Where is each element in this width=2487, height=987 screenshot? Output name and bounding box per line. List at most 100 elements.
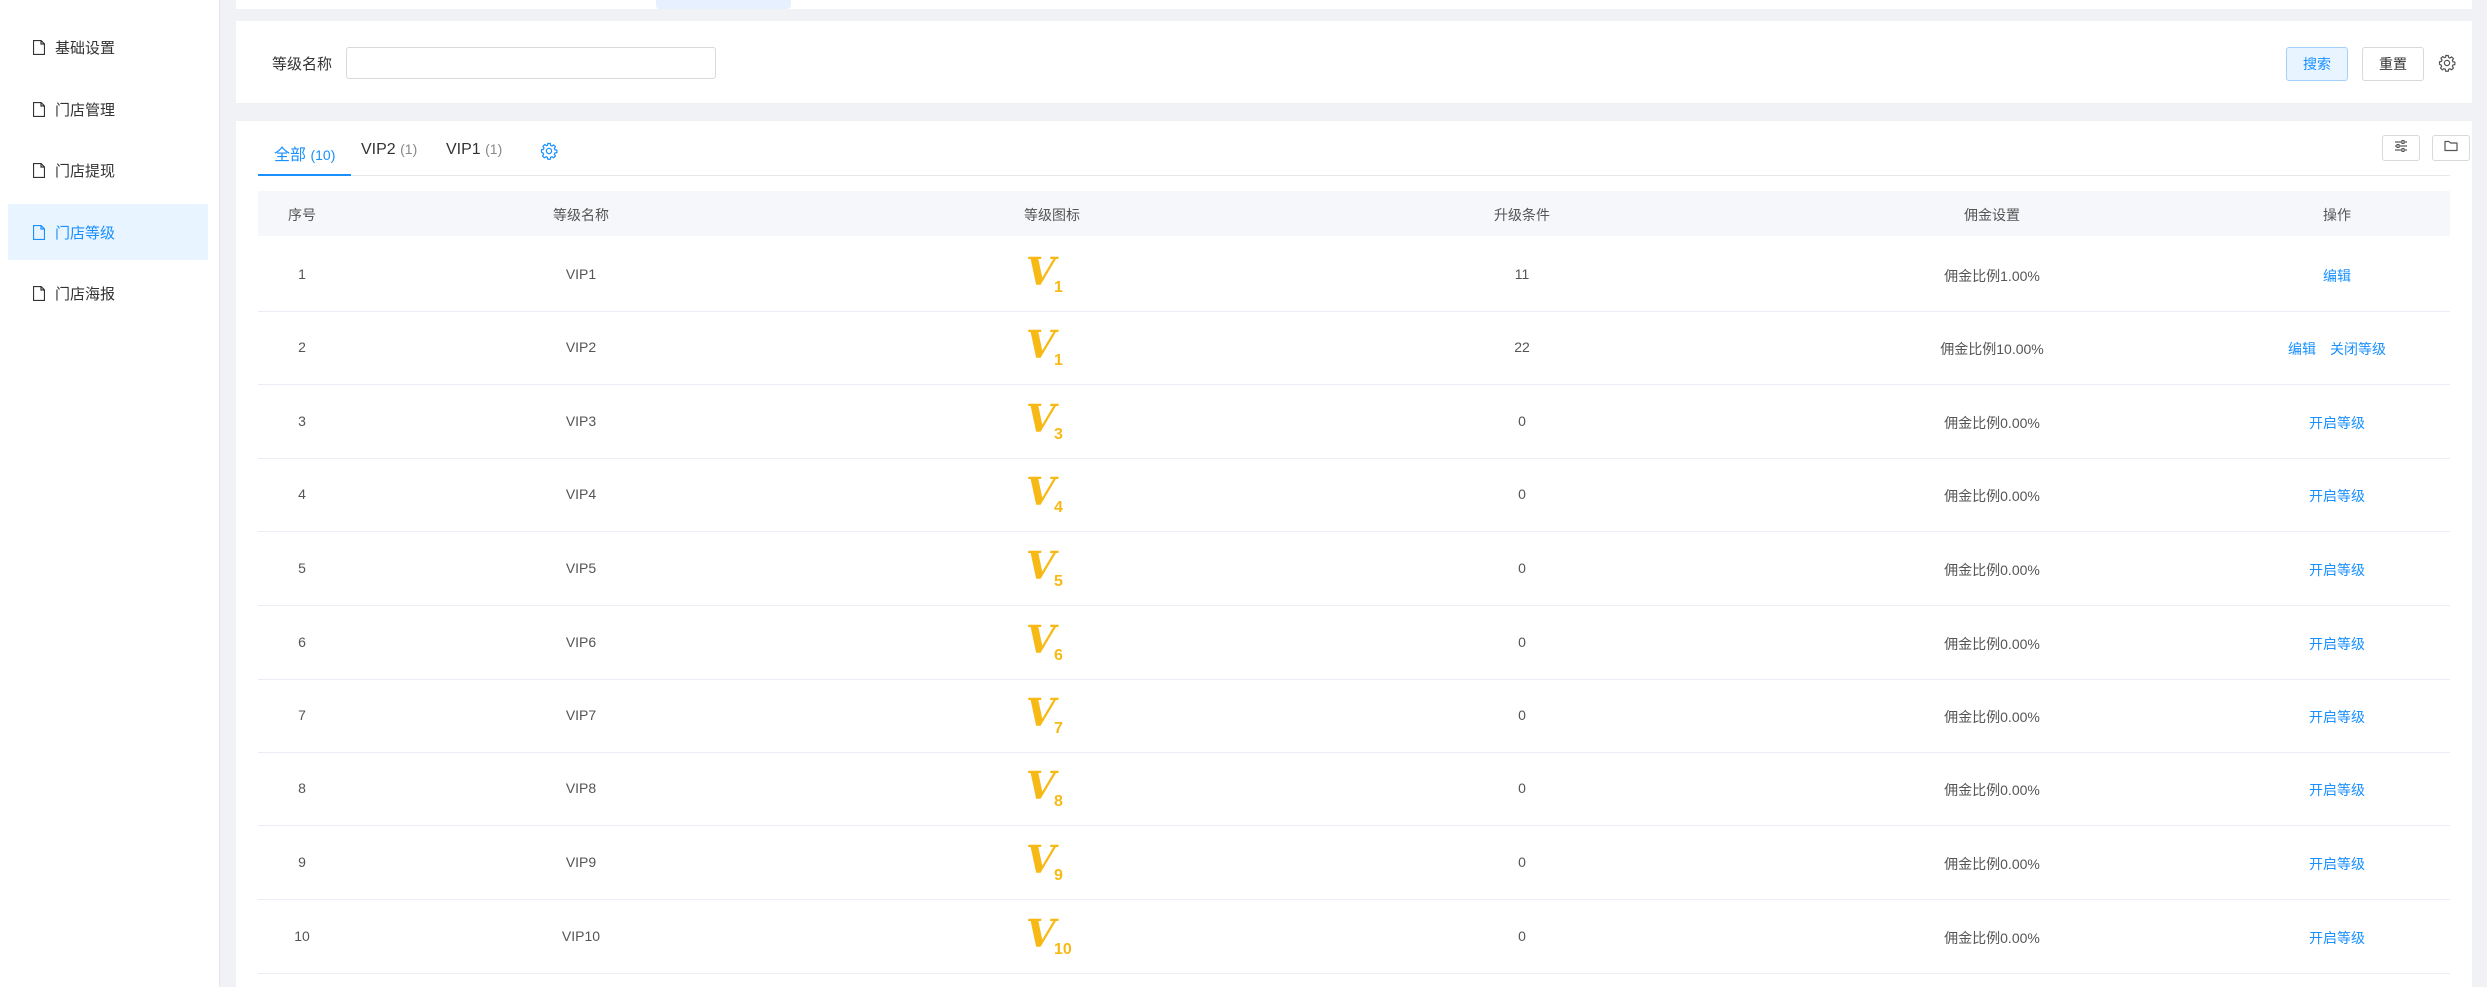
row-actions: 编辑 关闭等级 [2288,339,2386,359]
document-icon [32,285,46,301]
table-row: 2 VIP2 V 1 22 佣金比例10.00% 编辑 关闭等级 [258,310,2450,385]
vip-badge-icon: V5 [1022,545,1082,591]
enable-level-link[interactable]: 开启等级 [2309,488,2365,504]
level-name: VIP1 [565,266,597,282]
enable-level-link[interactable]: 开启等级 [2309,415,2365,431]
column-header: 操作 [2323,207,2351,223]
level-tabs: 全部 (10) VIP2 (1) VIP1 (1) [258,121,2470,176]
search-panel: 等级名称 搜索 重置 [236,21,2472,103]
commission-setting: 佣金比例0.00% [1944,930,2040,946]
row-index: 10 [294,928,310,944]
upgrade-condition: 22 [1514,339,1530,355]
vip-badge-icon: V4 [1022,471,1082,517]
document-icon [32,101,46,117]
level-name: VIP8 [565,780,597,796]
vip-badge-icon: V9 [1022,839,1082,885]
commission-setting: 佣金比例0.00% [1944,709,2040,725]
commission-setting: 佣金比例10.00% [1940,341,2044,357]
table-row: 8 VIP8 V 8 0 佣金比例0.00% 开启等级 [258,751,2450,826]
table-row: 5 VIP5 V 5 0 佣金比例0.00% 开启等级 [258,531,2450,606]
table-row: 3 VIP3 V 3 0 佣金比例0.00% 开启等级 [258,384,2450,459]
sidebar-item-label: 门店管理 [55,101,116,119]
level-name-input[interactable] [346,47,716,79]
disable-level-link[interactable]: 关闭等级 [2330,341,2386,357]
enable-level-link[interactable]: 开启等级 [2309,856,2365,872]
sidebar-item-store-withdrawal[interactable]: 门店提现 [8,142,208,198]
vip-badge-number: 4 [1054,499,1063,516]
search-button[interactable]: 搜索 [2286,47,2348,81]
upgrade-condition: 0 [1518,928,1526,944]
enable-level-link[interactable]: 开启等级 [2309,562,2365,578]
upgrade-condition: 0 [1518,634,1526,650]
folder-icon [2444,139,2458,157]
commission-setting: 佣金比例0.00% [1944,782,2040,798]
level-name-label: 等级名称 [272,56,333,73]
row-actions: 开启等级 [2309,854,2365,874]
export-button[interactable] [2432,135,2470,161]
sidebar-item-store-management[interactable]: 门店管理 [8,81,208,137]
table-row: 1 VIP1 V 1 11 佣金比例1.00% 编辑 [258,237,2450,312]
column-header: 佣金设置 [1964,207,2020,223]
commission-setting: 佣金比例0.00% [1944,562,2040,578]
active-tab-fragment[interactable] [656,0,791,9]
level-name: VIP9 [565,854,597,870]
level-name: VIP4 [565,486,597,502]
tab-count: (1) [400,141,418,157]
tab-count: (10) [310,147,336,163]
row-actions: 开启等级 [2309,560,2365,580]
upgrade-condition: 11 [1514,266,1530,282]
sidebar-item-basic-settings[interactable]: 基础设置 [8,19,208,75]
gear-icon[interactable] [2438,54,2456,72]
tab-all[interactable]: 全部 (10) [258,141,352,176]
level-name: VIP6 [565,634,597,650]
enable-level-link[interactable]: 开启等级 [2309,782,2365,798]
top-tabbar-fragment [236,0,2472,9]
sidebar-item-store-level[interactable]: 门店等级 [8,204,208,260]
sidebar-item-label: 门店提现 [55,162,116,180]
level-name: VIP5 [565,560,597,576]
reset-button[interactable]: 重置 [2362,47,2424,81]
column-header: 序号 [288,207,316,223]
sidebar-item-store-poster[interactable]: 门店海报 [8,265,208,321]
row-actions: 开启等级 [2309,413,2365,433]
edit-link[interactable]: 编辑 [2288,341,2316,357]
tab-vip2[interactable]: VIP2 (1) [361,141,417,174]
enable-level-link[interactable]: 开启等级 [2309,709,2365,725]
row-index: 6 [298,634,306,650]
table-row: 6 VIP6 V 6 0 佣金比例0.00% 开启等级 [258,605,2450,680]
filter-button[interactable] [2382,135,2420,161]
vip-badge-icon: V 10 [1022,913,1082,959]
tab-settings-gear-icon[interactable] [540,142,558,160]
commission-setting: 佣金比例0.00% [1944,856,2040,872]
row-actions: 开启等级 [2309,780,2365,800]
tab-label: VIP2 [361,141,396,158]
table-header: 序号 等级名称 等级图标 升级条件 佣金设置 操作 [258,191,2450,236]
vip-badge-icon: V3 [1022,398,1082,444]
column-header: 等级图标 [1024,207,1080,223]
sidebar-item-label: 门店海报 [55,285,116,303]
vip-badge-icon: V1 [1022,324,1082,370]
tab-vip1[interactable]: VIP1 (1) [446,141,502,174]
enable-level-link[interactable]: 开启等级 [2309,930,2365,946]
row-actions: 开启等级 [2309,928,2365,948]
row-actions: 开启等级 [2309,707,2365,727]
vip-badge-number: 8 [1054,793,1063,810]
edit-link[interactable]: 编辑 [2323,268,2351,284]
row-index: 5 [298,560,306,576]
vip-badge-number: 1 [1054,279,1063,296]
sidebar-item-label: 基础设置 [55,39,116,57]
table-row: 7 VIP7 V 7 0 佣金比例0.00% 开启等级 [258,678,2450,753]
level-name: VIP2 [565,339,597,355]
sidebar-item-label: 门店等级 [55,224,116,242]
level-name: VIP10 [561,928,601,944]
row-index: 4 [298,486,306,502]
row-actions: 编辑 [2323,266,2351,286]
vip-badge-number: 5 [1054,573,1063,590]
sidebar: 基础设置 门店管理 门店提现 门店等级 门店海报 [0,0,220,987]
sliders-icon [2394,139,2408,157]
row-index: 3 [298,413,306,429]
enable-level-link[interactable]: 开启等级 [2309,636,2365,652]
upgrade-condition: 0 [1518,413,1526,429]
tab-count: (1) [485,141,503,157]
commission-setting: 佣金比例0.00% [1944,415,2040,431]
